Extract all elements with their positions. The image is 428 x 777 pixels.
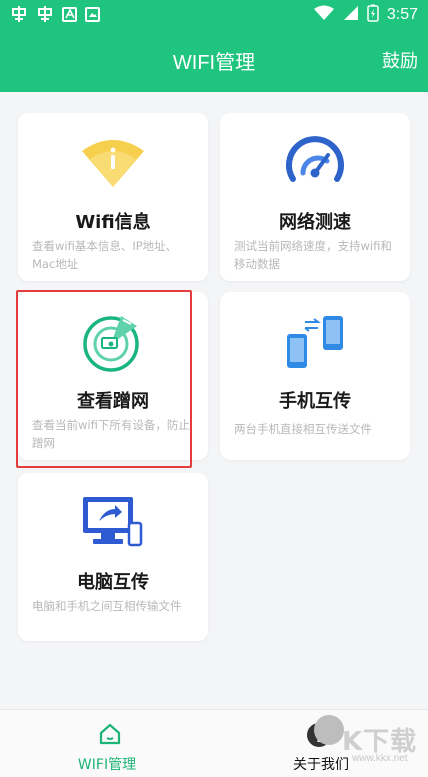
card-title: 电脑互传	[77, 572, 149, 593]
page-title: WIFI管理	[172, 52, 256, 74]
card-description: 查看当前wifi下所有设备，防止蹭网	[32, 418, 190, 450]
watermark-url: www.kkx.net	[352, 753, 408, 764]
card-description: 两台手机直接相互传送文件	[234, 422, 372, 436]
card-title: Wifi信息	[75, 212, 151, 233]
monitor-phone-icon	[81, 493, 145, 557]
status-bar: 3:57	[0, 0, 428, 30]
card-pc-transfer[interactable]: 电脑互传 电脑和手机之间互相传输文件	[18, 473, 208, 641]
card-description: 测试当前网络速度，支持wifi和移动数据	[234, 239, 392, 271]
card-title: 网络测速	[279, 212, 351, 233]
app-header: 3:57 WIFI管理 鼓励	[0, 0, 428, 92]
watermark-logo: K下载 www.kkx.net	[310, 715, 420, 769]
home-icon	[98, 722, 122, 750]
phone-transfer-icon	[285, 314, 345, 374]
radar-devices-icon	[81, 310, 145, 378]
encourage-button[interactable]: 鼓励	[382, 47, 418, 73]
card-title: 手机互传	[279, 391, 351, 412]
status-right-icons: 3:57	[313, 4, 418, 26]
cell-signal-icon	[343, 5, 359, 25]
wifi-signal-icon	[313, 5, 335, 25]
tab-label: WIFI管理	[77, 757, 137, 773]
card-wifi-info[interactable]: Wifi信息 查看wifi基本信息、IP地址、Mac地址	[18, 113, 208, 281]
battery-icon	[367, 4, 379, 26]
card-check-leech[interactable]: 查看蹭网 查看当前wifi下所有设备，防止蹭网	[18, 292, 208, 460]
tab-wifi-manage[interactable]: WIFI管理	[0, 710, 214, 777]
card-description: 电脑和手机之间互相传输文件	[32, 599, 182, 613]
card-speed-test[interactable]: 网络测速 测试当前网络速度，支持wifi和移动数据	[220, 113, 410, 281]
watermark-circle-icon	[314, 715, 344, 745]
card-title: 查看蹭网	[77, 391, 149, 412]
app-icon	[10, 5, 28, 23]
speedometer-icon	[283, 135, 347, 193]
card-phone-transfer[interactable]: 手机互传 两台手机直接相互传送文件	[220, 292, 410, 460]
status-left-icons	[10, 5, 100, 23]
image-icon	[85, 6, 100, 22]
wifi-cone-icon	[78, 135, 148, 193]
box-a-icon	[62, 6, 77, 22]
card-description: 查看wifi基本信息、IP地址、Mac地址	[32, 239, 178, 271]
status-time: 3:57	[386, 6, 418, 23]
app-icon	[36, 5, 54, 23]
